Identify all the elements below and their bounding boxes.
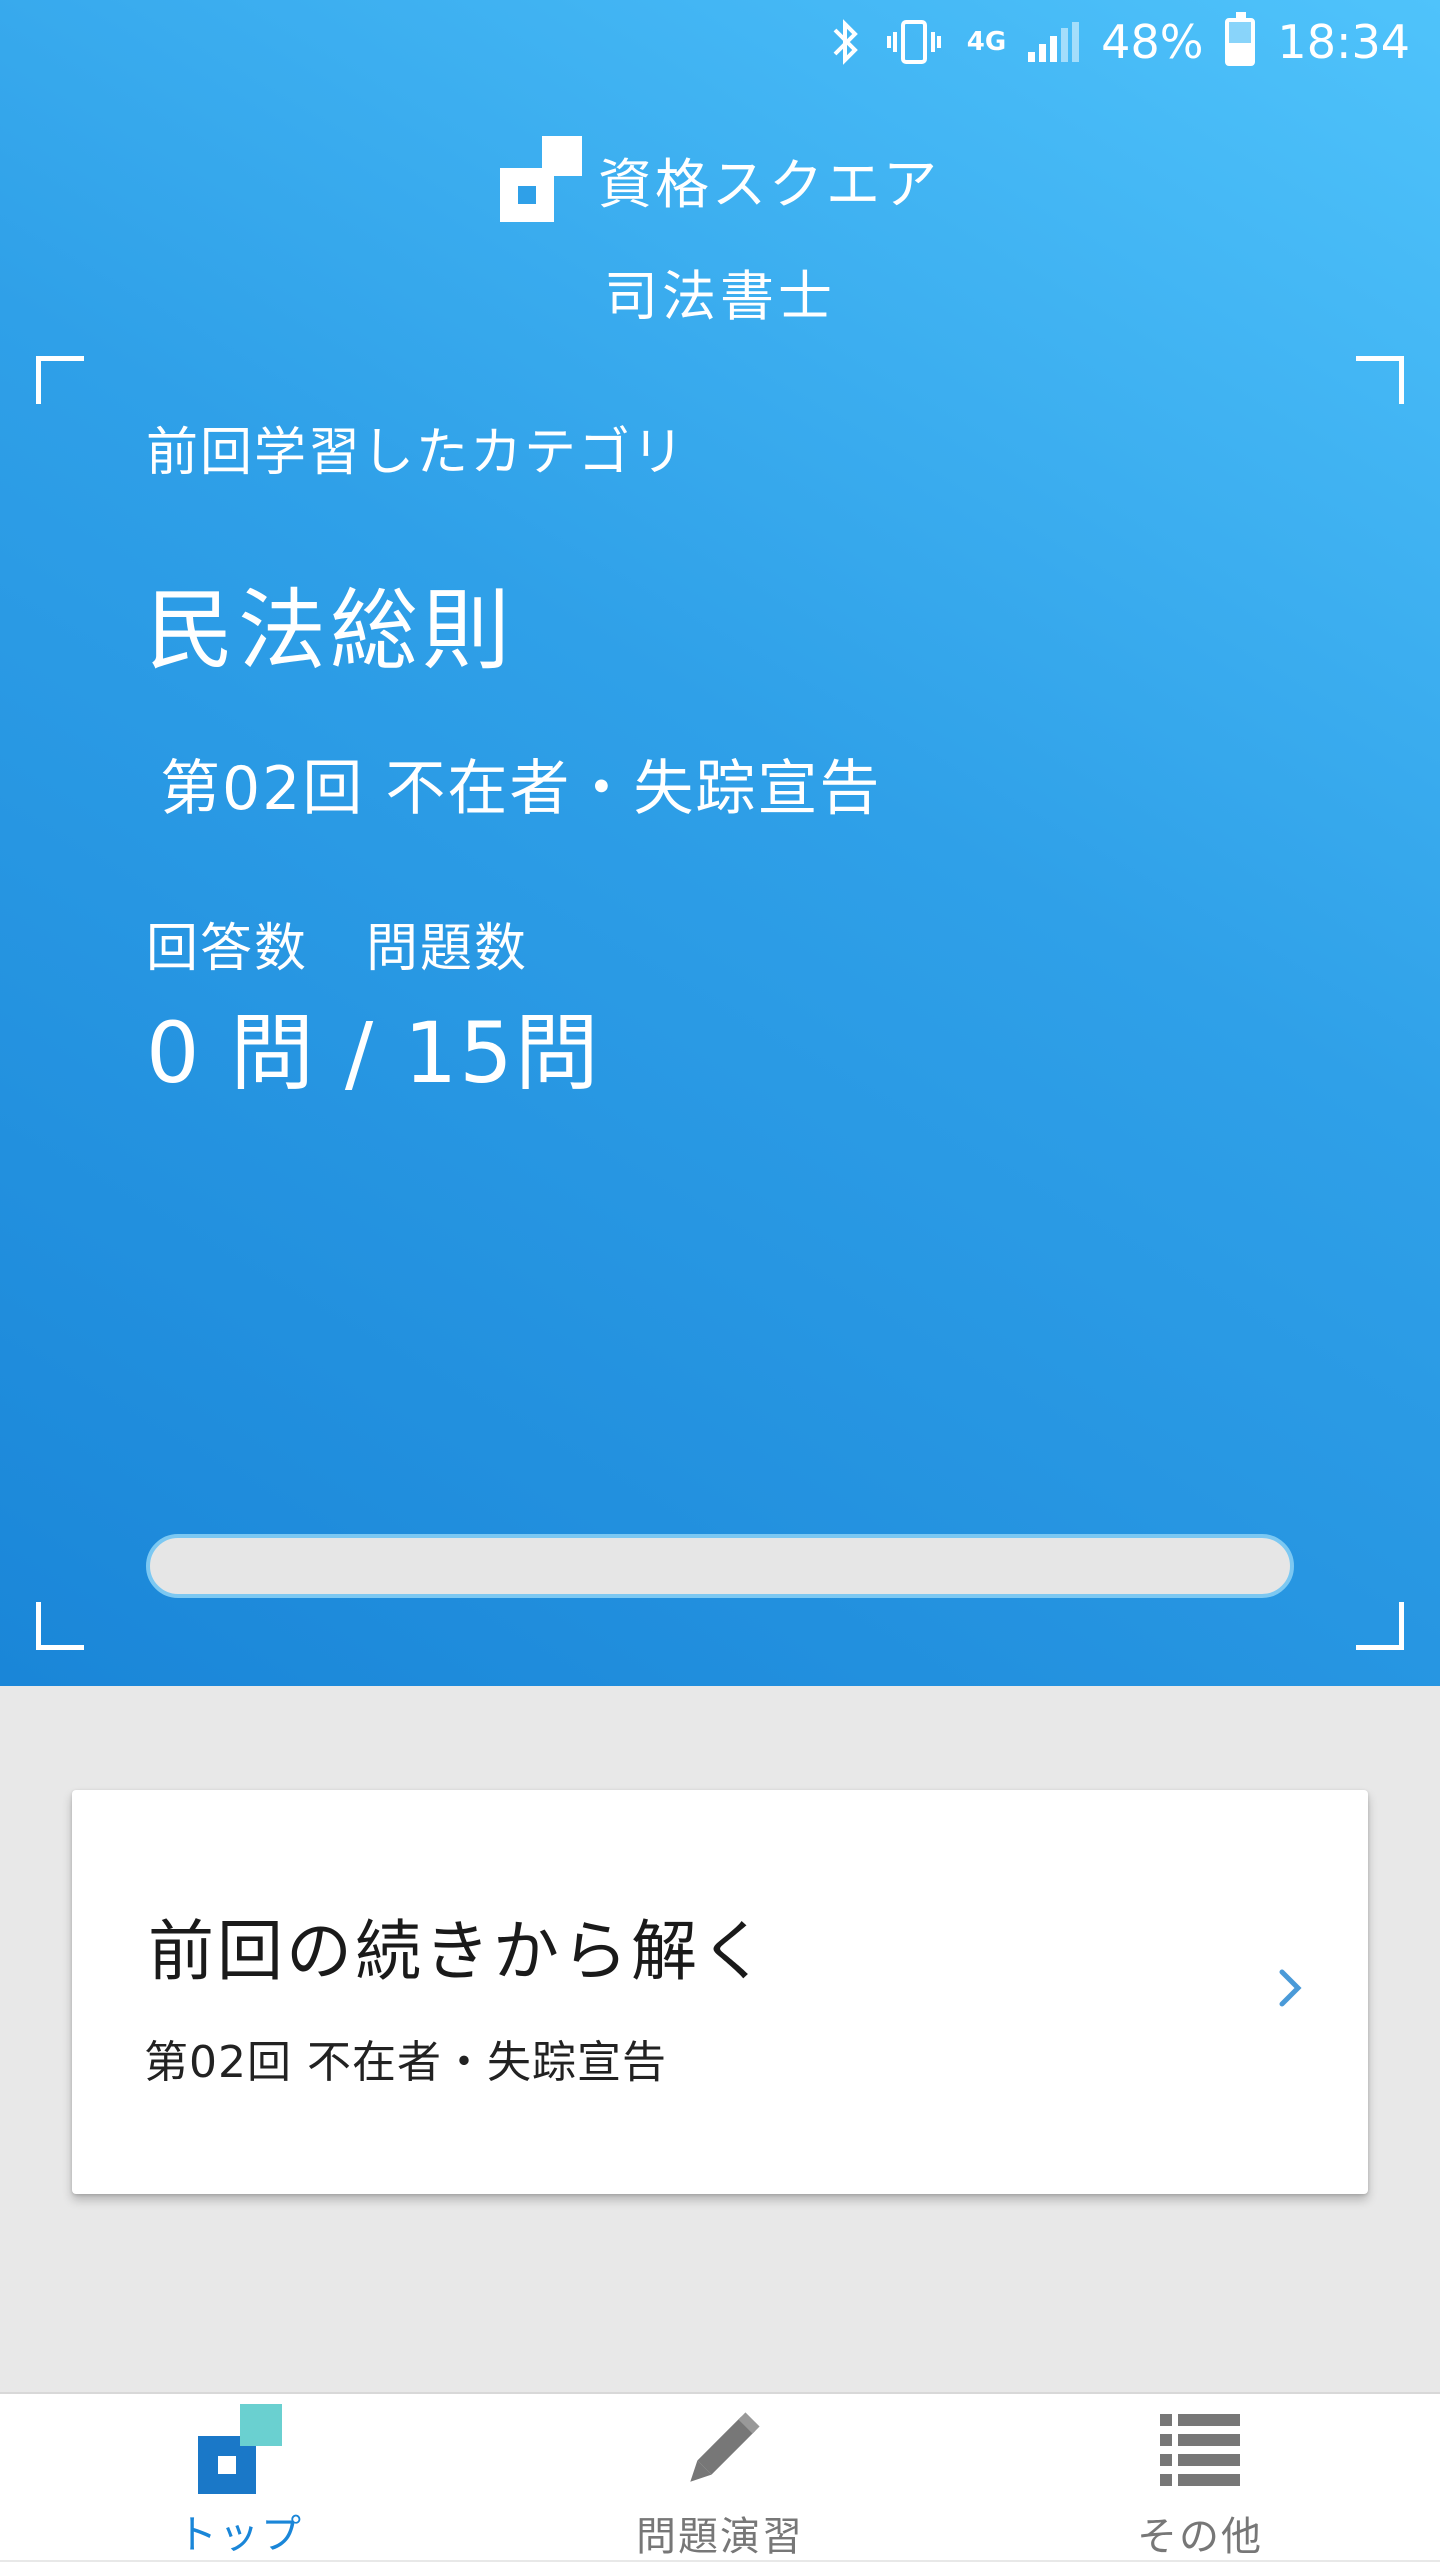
resume-card-lesson: 第02回 不在者・失踪宣告 <box>144 2037 667 2088</box>
count-value: 0 問 / 15問 <box>146 1004 601 1102</box>
exam-title: 司法書士 <box>604 265 836 328</box>
progress-bar <box>146 1534 1294 1598</box>
network-label: 4G <box>966 27 1007 57</box>
bottom-navigation: トップ 問題演習 その他 <box>0 2392 1440 2560</box>
logo-text: 資格スクエア <box>598 152 940 216</box>
chevron-right-icon <box>1266 1958 1316 2018</box>
bluetooth-icon <box>831 18 861 66</box>
corner-bracket-top-left <box>36 356 84 404</box>
corner-bracket-top-right <box>1356 356 1404 404</box>
status-bar: 4G 48% 18:34 <box>0 0 1440 84</box>
signal-icon <box>1028 22 1080 62</box>
4g-icon: 4G <box>966 27 1007 57</box>
corner-bracket-bottom-right <box>1356 1602 1404 1650</box>
category-name: 民法総則 <box>146 579 515 682</box>
answered-label: 回答数 <box>146 919 309 979</box>
last-category-label: 前回学習したカテゴリ <box>146 423 687 483</box>
nav-label-other: その他 <box>1137 2514 1263 2560</box>
app-logo: 資格スクエア <box>0 136 1440 222</box>
total-label: 問題数 <box>366 919 529 979</box>
lesson-name: 第02回 不在者・失踪宣告 <box>160 754 882 824</box>
battery-percent: 48% <box>1101 15 1204 69</box>
nav-label-top: トップ <box>177 2512 303 2558</box>
list-icon <box>1152 2404 1248 2500</box>
nav-top[interactable]: トップ <box>0 2394 480 2560</box>
resume-card[interactable]: 前回の続きから解く 第02回 不在者・失踪宣告 <box>72 1790 1368 2194</box>
hero-panel: 4G 48% 18:34 資格スクエア 司法書士 前回学習したカテゴリ 民法総則… <box>0 0 1440 1686</box>
corner-bracket-bottom-left <box>36 1602 84 1650</box>
home-logo-icon <box>192 2404 288 2498</box>
resume-card-title: 前回の続きから解く <box>148 1913 769 1990</box>
clock: 18:34 <box>1277 15 1410 69</box>
pencil-icon <box>672 2404 768 2500</box>
nav-label-practice: 問題演習 <box>636 2514 804 2560</box>
logo-mark-icon <box>500 136 582 222</box>
nav-other[interactable]: その他 <box>960 2394 1440 2560</box>
battery-icon <box>1225 12 1256 66</box>
vibrate-icon <box>883 18 945 66</box>
count-labels: 回答数 問題数 <box>146 906 528 981</box>
nav-practice[interactable]: 問題演習 <box>480 2394 960 2560</box>
